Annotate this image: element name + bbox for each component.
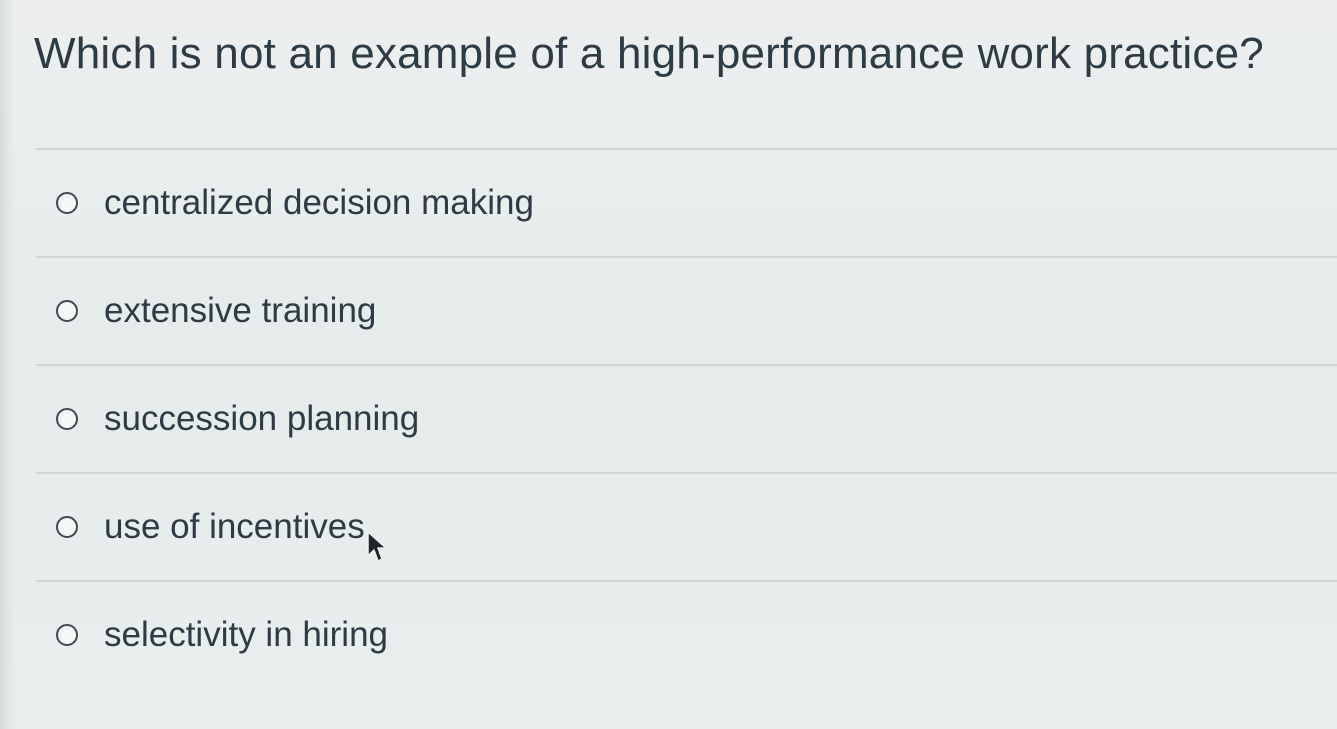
- answer-label[interactable]: succession planning: [104, 399, 419, 439]
- answer-label[interactable]: centralized decision making: [104, 183, 534, 223]
- answer-option-2[interactable]: extensive training: [36, 256, 1337, 364]
- screen-edge-shadow: [0, 0, 14, 729]
- answer-option-4[interactable]: use of incentives: [36, 472, 1337, 580]
- mouse-pointer-icon: [367, 531, 387, 562]
- radio-button-icon[interactable]: [56, 624, 78, 646]
- answer-list: centralized decision making extensive tr…: [36, 148, 1337, 688]
- answer-label[interactable]: extensive training: [104, 291, 376, 331]
- radio-button-icon[interactable]: [56, 300, 78, 322]
- answer-label[interactable]: selectivity in hiring: [104, 615, 388, 655]
- answer-option-3[interactable]: succession planning: [36, 364, 1337, 472]
- answer-option-1[interactable]: centralized decision making: [36, 148, 1337, 256]
- radio-button-icon[interactable]: [56, 516, 78, 538]
- radio-button-icon[interactable]: [56, 408, 78, 430]
- question-block: Which is not an example of a high-perfor…: [34, 26, 1314, 82]
- radio-button-icon[interactable]: [56, 192, 78, 214]
- answer-option-5[interactable]: selectivity in hiring: [36, 580, 1337, 688]
- question-text: Which is not an example of a high-perfor…: [34, 29, 1264, 78]
- answer-label[interactable]: use of incentives: [104, 507, 365, 547]
